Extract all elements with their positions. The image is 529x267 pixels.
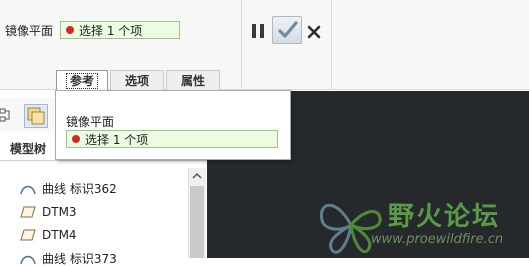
tab-references[interactable]: 参考 <box>56 70 108 90</box>
mirror-plane-collector[interactable]: 选择 1 个项 <box>66 130 278 148</box>
curve-icon <box>20 185 36 194</box>
curve-icon <box>20 255 36 264</box>
tree-settings-icon[interactable] <box>0 108 14 122</box>
mirror-plane-label: 镜像平面 <box>66 115 115 129</box>
close-icon <box>307 25 321 39</box>
watermark-title: 野火论坛 <box>388 202 501 232</box>
datum-plane-icon <box>20 206 36 218</box>
pause-button[interactable] <box>250 22 266 40</box>
tab-properties[interactable]: 属性 <box>166 70 220 90</box>
tree-item-label: DTM4 <box>42 228 77 242</box>
tab-options[interactable]: 选项 <box>110 70 164 90</box>
butterfly-logo-icon <box>319 203 382 254</box>
required-dot-icon <box>66 26 74 34</box>
scrollbar-thumb[interactable] <box>190 186 204 258</box>
divider <box>241 0 242 90</box>
collector-text: 选择 1 个项 <box>85 132 149 147</box>
mirror-plane-label: 镜像平面 <box>5 24 54 38</box>
tree-item-label: 曲线 标识362 <box>42 182 117 196</box>
ok-button[interactable] <box>272 16 302 44</box>
tab-label: 参考 <box>65 72 98 89</box>
tree-item[interactable]: 曲线 标识362 <box>20 180 117 197</box>
folder-browser-icon[interactable] <box>24 104 48 128</box>
tab-model-tree[interactable]: 模型树 <box>10 140 46 157</box>
tree-item-label: 曲线 标识373 <box>42 252 117 266</box>
tree-item[interactable]: DTM3 <box>20 205 77 219</box>
collector-text: 选择 1 个项 <box>79 23 143 38</box>
divider <box>331 0 332 90</box>
tree-item[interactable]: DTM4 <box>20 228 77 242</box>
cancel-button[interactable] <box>306 22 322 40</box>
datum-plane-icon <box>20 229 36 241</box>
tree-item-label: DTM3 <box>42 205 77 219</box>
tree-item[interactable]: 曲线 标识373 <box>20 250 117 267</box>
scroll-up-button[interactable] <box>188 168 206 184</box>
watermark-url: www.proewildfire.cn <box>371 232 504 247</box>
check-icon <box>278 21 298 38</box>
required-dot-icon <box>72 135 80 143</box>
pause-icon <box>252 24 256 38</box>
mirror-plane-collector[interactable]: 选择 1 个项 <box>60 21 180 39</box>
chevron-up-icon <box>192 172 202 179</box>
